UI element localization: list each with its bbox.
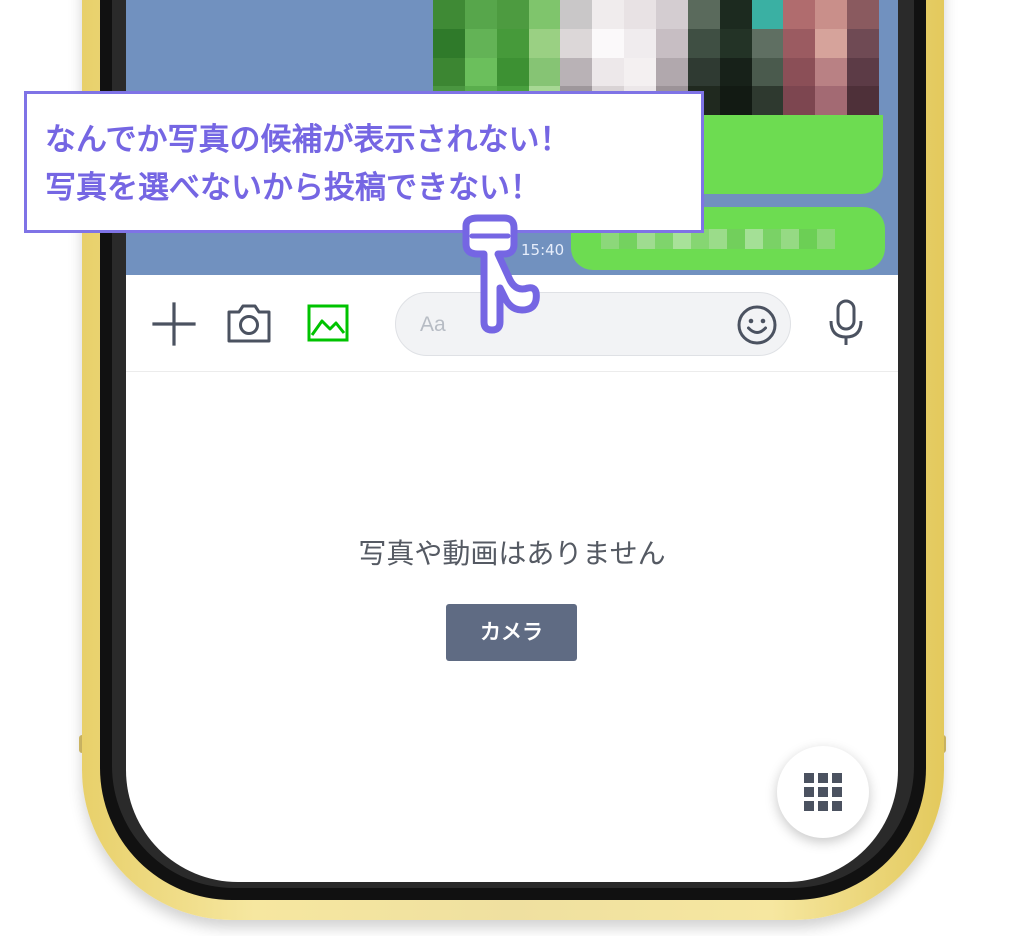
photo-pixel [560,28,593,58]
photo-pixel [528,57,561,87]
photo-pixel [592,28,625,58]
photo-pixel [783,0,816,29]
photo-pixel [847,0,879,29]
photo-pixel [719,28,752,58]
photo-pixel [783,28,816,58]
photo-pixel [656,0,688,29]
microphone-icon[interactable] [826,299,866,351]
photo-pixel [656,57,688,87]
photo-pixel [528,0,561,29]
keypad-button[interactable] [777,746,869,838]
image-icon[interactable] [307,304,349,346]
photo-pixel [815,28,848,58]
photo-pixel [433,57,465,87]
photo-pixel [751,57,784,87]
photo-pixel [464,0,497,29]
empty-media-message: 写真や動画はありません [358,537,666,570]
photo-pixel [433,0,465,29]
photo-pixel [624,57,656,87]
photo-pixel [496,0,529,29]
photo-pixel [847,86,879,115]
photo-pixel [783,86,816,115]
photo-pixel [624,0,656,29]
photo-pixel [815,0,848,29]
annotation-callout: なんでか写真の候補が表示されない！ 写真を選べないから投稿できない！ [24,91,704,233]
photo-pixel [751,0,784,29]
photo-pixel [751,86,784,115]
photo-pixel [719,57,752,87]
smiley-icon[interactable] [736,304,778,350]
pointing-hand-icon [462,214,540,334]
keypad-grid-icon [804,773,842,811]
photo-pixel [464,57,497,87]
photo-pixel [592,57,625,87]
photo-pixel [783,57,816,87]
photo-pixel [656,28,688,58]
callout-line-1: なんでか写真の候補が表示されない！ [45,122,571,158]
photo-pixel [719,86,752,115]
photo-pixel [719,0,752,29]
photo-pixel [847,28,879,58]
plus-icon[interactable] [152,302,196,350]
callout-line-2: 写真を選べないから投稿できない！ [45,170,541,206]
photo-pixel [751,28,784,58]
camera-icon[interactable] [226,302,272,348]
photo-pixel [815,57,848,87]
camera-button[interactable]: カメラ [446,604,577,661]
photo-pixel [433,28,465,58]
photo-pixel [687,0,720,29]
photo-pixel [528,28,561,58]
photo-pixel [464,28,497,58]
photo-pixel [592,0,625,29]
photo-pixel [687,57,720,87]
photo-pixel [687,28,720,58]
photo-pixel [496,57,529,87]
photo-pixel [560,57,593,87]
photo-pixel [847,57,879,87]
photo-pixel [560,0,593,29]
photo-pixel [624,28,656,58]
photo-pixel [815,86,848,115]
photo-pixel [496,28,529,58]
message-input-placeholder: Aa [420,313,446,336]
